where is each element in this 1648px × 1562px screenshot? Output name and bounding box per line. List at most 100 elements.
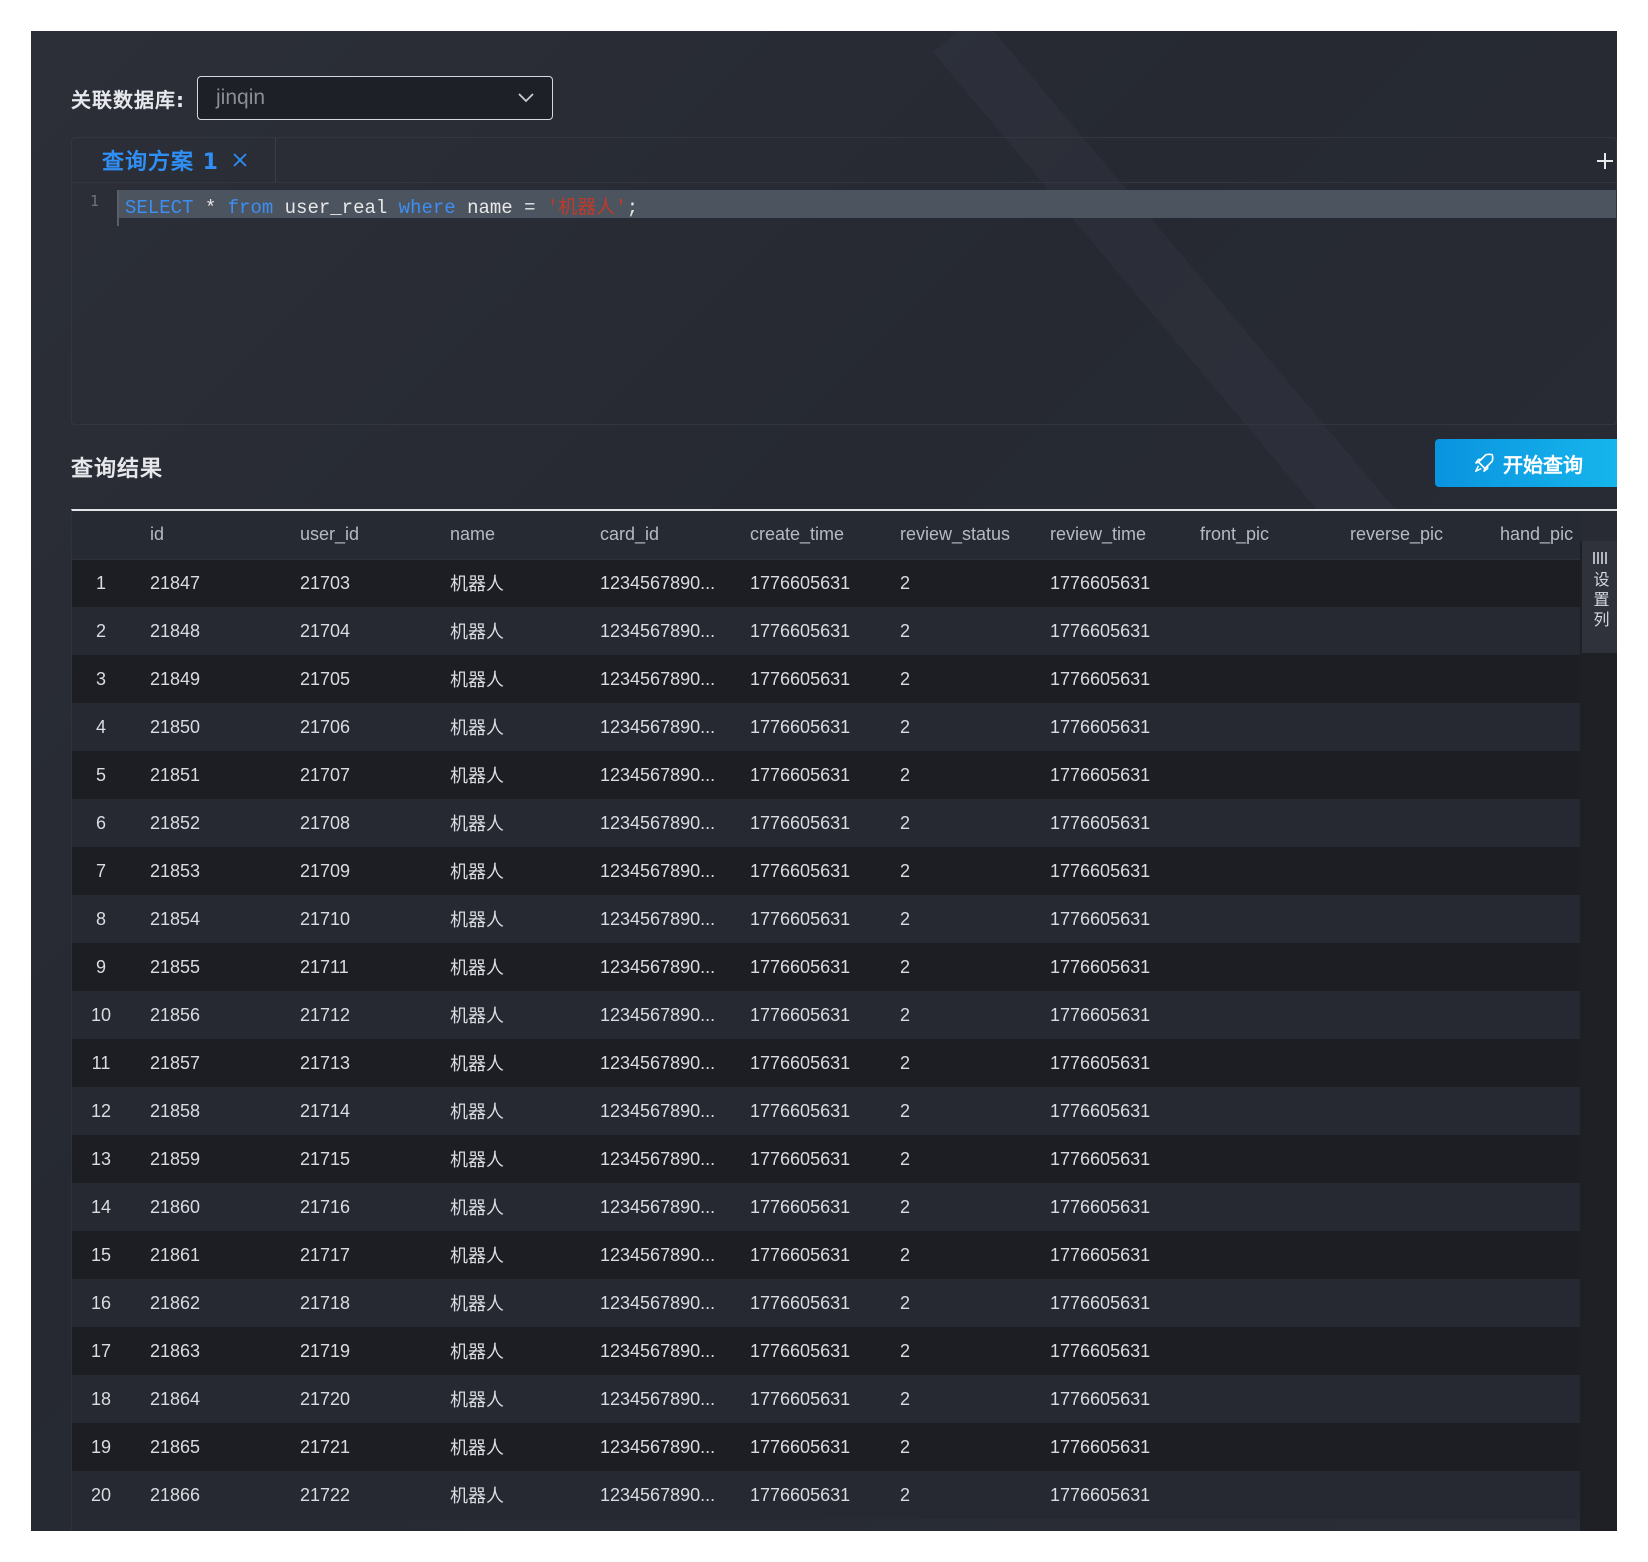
- results-title: 查询结果: [71, 457, 164, 482]
- cell-hand-pic: [1480, 847, 1581, 895]
- query-tab-bar: 查询方案 1: [72, 138, 1616, 183]
- row-index-cell: 2: [72, 607, 130, 655]
- cell-user-id: 21718: [280, 1279, 430, 1327]
- row-index-cell: 10: [72, 991, 130, 1039]
- column-settings-label: 设置列: [1590, 571, 1610, 631]
- code-line-1[interactable]: 1 SELECT * from user_real where name = '…: [72, 190, 1616, 226]
- column-header-review-status[interactable]: review_status: [880, 511, 1030, 560]
- cell-review-time: 1776605631: [1030, 1471, 1180, 1519]
- table-row[interactable]: 7 21853 21709 机器人 1234567890... 1776605631 2 17…: [72, 847, 1581, 895]
- tab-label: 查询方案 1: [102, 150, 219, 175]
- table-row[interactable]: 17 21863 21719 机器人 1234567890... 1776605631 2 1…: [72, 1327, 1581, 1375]
- table-row[interactable]: 4 21850 21706 机器人 1234567890... 1776605631 2 17…: [72, 703, 1581, 751]
- tab-query-plan-1[interactable]: 查询方案 1: [72, 138, 276, 182]
- table-row[interactable]: 14 21860 21716 机器人 1234567890... 1776605631 2 1…: [72, 1183, 1581, 1231]
- table-row[interactable]: 13 21859 21715 机器人 1234567890... 1776605631 2 1…: [72, 1135, 1581, 1183]
- cell-name: 机器人: [430, 799, 580, 847]
- table-row[interactable]: 15 21861 21717 机器人 1234567890... 1776605631 2 1…: [72, 1231, 1581, 1279]
- cell-hand-pic: [1480, 991, 1581, 1039]
- cell-name: 机器人: [430, 607, 580, 655]
- cell-front-pic: [1180, 895, 1330, 943]
- sql-text[interactable]: SELECT * from user_real where name = '机器…: [125, 192, 638, 219]
- cell-card-id: 1234567890...: [580, 1087, 730, 1135]
- cell-hand-pic: [1480, 895, 1581, 943]
- cell-review-status: 2: [880, 751, 1030, 799]
- database-select[interactable]: jinqin: [197, 76, 553, 120]
- cell-review-time: 1776605631: [1030, 559, 1180, 607]
- sql-editor: 查询方案 1 1 SELECT * from user_real where n…: [71, 137, 1617, 425]
- table-row[interactable]: 19 21865 21721 机器人 1234567890... 1776605631 2 1…: [72, 1423, 1581, 1471]
- results-table: id user_id name card_id create_time review_st…: [72, 511, 1581, 1519]
- cell-review-status: 2: [880, 559, 1030, 607]
- column-settings-button[interactable]: 设置列: [1582, 541, 1617, 653]
- table-row[interactable]: 11 21857 21713 机器人 1234567890... 1776605631 2 1…: [72, 1039, 1581, 1087]
- cell-card-id: 1234567890...: [580, 607, 730, 655]
- cell-card-id: 1234567890...: [580, 1231, 730, 1279]
- cell-name: 机器人: [430, 943, 580, 991]
- column-header-create-time[interactable]: create_time: [730, 511, 880, 560]
- cell-review-time: 1776605631: [1030, 1039, 1180, 1087]
- column-header-name[interactable]: name: [430, 511, 580, 560]
- sql-table: user_real: [273, 197, 399, 219]
- table-row[interactable]: 20 21866 21722 机器人 1234567890... 1776605631 2 1…: [72, 1471, 1581, 1519]
- cell-card-id: 1234567890...: [580, 655, 730, 703]
- cell-review-time: 1776605631: [1030, 1279, 1180, 1327]
- cell-review-time: 1776605631: [1030, 703, 1180, 751]
- cell-front-pic: [1180, 1231, 1330, 1279]
- cell-reverse-pic: [1330, 1375, 1480, 1423]
- cell-review-status: 2: [880, 655, 1030, 703]
- column-header-front-pic[interactable]: front_pic: [1180, 511, 1330, 560]
- sql-terminator: ;: [626, 197, 639, 219]
- table-row[interactable]: 6 21852 21708 机器人 1234567890... 1776605631 2 17…: [72, 799, 1581, 847]
- row-index-cell: 19: [72, 1423, 130, 1471]
- table-row[interactable]: 9 21855 21711 机器人 1234567890... 1776605631 2 17…: [72, 943, 1581, 991]
- run-query-button[interactable]: 开始查询: [1435, 439, 1617, 487]
- cell-review-time: 1776605631: [1030, 1135, 1180, 1183]
- plus-icon[interactable]: [1596, 152, 1614, 170]
- table-row[interactable]: 1 21847 21703 机器人 1234567890... 1776605631 2 17…: [72, 559, 1581, 607]
- row-index-cell: 12: [72, 1087, 130, 1135]
- cell-create-time: 1776605631: [730, 1183, 880, 1231]
- cell-card-id: 1234567890...: [580, 559, 730, 607]
- cell-name: 机器人: [430, 847, 580, 895]
- table-row[interactable]: 10 21856 21712 机器人 1234567890... 1776605631 2 1…: [72, 991, 1581, 1039]
- cell-id: 21850: [130, 703, 280, 751]
- cell-front-pic: [1180, 1039, 1330, 1087]
- cell-user-id: 21707: [280, 751, 430, 799]
- table-row[interactable]: 2 21848 21704 机器人 1234567890... 1776605631 2 17…: [72, 607, 1581, 655]
- cell-card-id: 1234567890...: [580, 895, 730, 943]
- cell-reverse-pic: [1330, 1231, 1480, 1279]
- column-header-id[interactable]: id: [130, 511, 280, 560]
- table-row[interactable]: 16 21862 21718 机器人 1234567890... 1776605631 2 1…: [72, 1279, 1581, 1327]
- table-header-row: id user_id name card_id create_time review_st…: [72, 511, 1581, 560]
- cell-reverse-pic: [1330, 703, 1480, 751]
- table-row[interactable]: 3 21849 21705 机器人 1234567890... 1776605631 2 17…: [72, 655, 1581, 703]
- cell-user-id: 21717: [280, 1231, 430, 1279]
- sql-condition: name =: [455, 197, 547, 219]
- cell-user-id: 21711: [280, 943, 430, 991]
- column-header-review-time[interactable]: review_time: [1030, 511, 1180, 560]
- column-header-card-id[interactable]: card_id: [580, 511, 730, 560]
- column-header-hand-pic[interactable]: hand_pic: [1480, 511, 1581, 560]
- cell-create-time: 1776605631: [730, 1327, 880, 1375]
- cell-create-time: 1776605631: [730, 559, 880, 607]
- column-header-user-id[interactable]: user_id: [280, 511, 430, 560]
- cell-front-pic: [1180, 1423, 1330, 1471]
- cell-review-status: 2: [880, 1423, 1030, 1471]
- table-row[interactable]: 18 21864 21720 机器人 1234567890... 1776605631 2 1…: [72, 1375, 1581, 1423]
- table-row[interactable]: 8 21854 21710 机器人 1234567890... 1776605631 2 17…: [72, 895, 1581, 943]
- cell-review-status: 2: [880, 607, 1030, 655]
- database-label: 关联数据库:: [71, 87, 185, 112]
- row-index-cell: 13: [72, 1135, 130, 1183]
- cell-card-id: 1234567890...: [580, 1039, 730, 1087]
- column-header-reverse-pic[interactable]: reverse_pic: [1330, 511, 1480, 560]
- cell-review-time: 1776605631: [1030, 991, 1180, 1039]
- column-header-index[interactable]: [72, 511, 130, 560]
- close-icon[interactable]: [233, 153, 247, 167]
- cell-front-pic: [1180, 1183, 1330, 1231]
- cell-front-pic: [1180, 1375, 1330, 1423]
- table-row[interactable]: 12 21858 21714 机器人 1234567890... 1776605631 2 1…: [72, 1087, 1581, 1135]
- chevron-down-icon: [518, 93, 534, 103]
- table-row[interactable]: 5 21851 21707 机器人 1234567890... 1776605631 2 17…: [72, 751, 1581, 799]
- database-selector-row: 关联数据库: jinqin: [71, 75, 553, 121]
